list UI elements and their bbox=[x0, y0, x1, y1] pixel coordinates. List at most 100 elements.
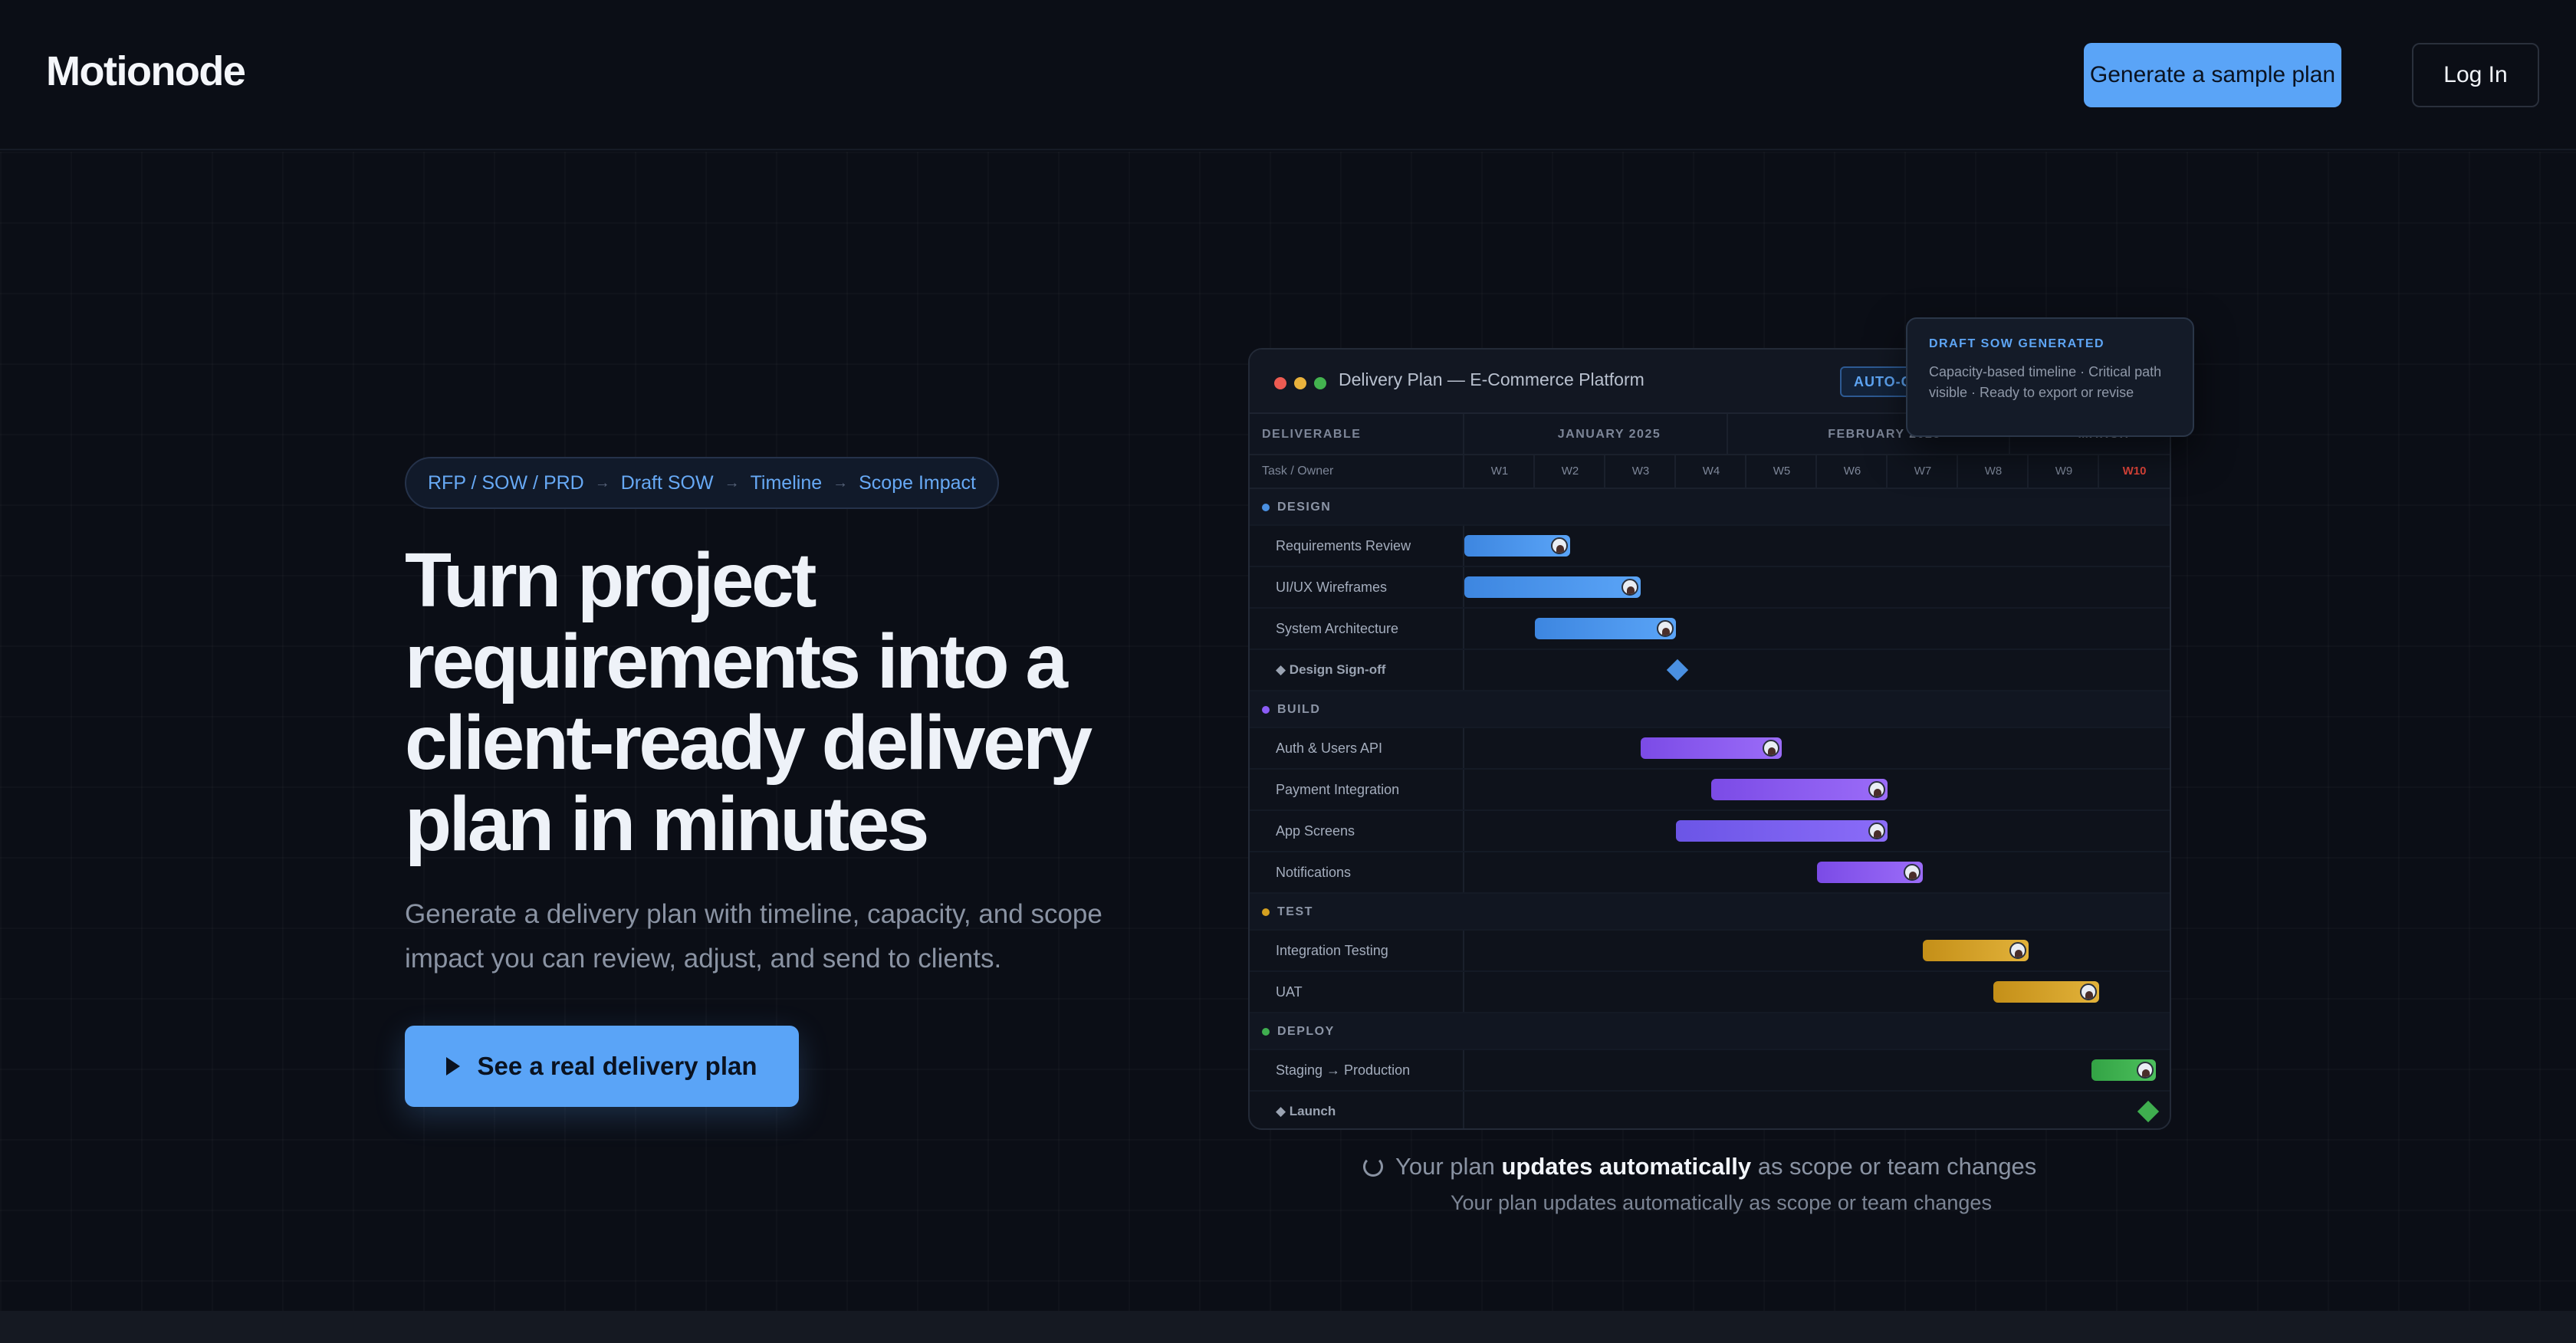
section-label: TEST bbox=[1277, 905, 1313, 918]
gantt-window: Delivery Plan — E-Commerce Platform AUTO… bbox=[1248, 348, 2171, 1130]
pill-step-scope-impact: Scope Impact bbox=[859, 471, 976, 494]
task-row[interactable]: App Screens bbox=[1250, 811, 2170, 852]
month-divider bbox=[1727, 414, 1728, 455]
week-divider bbox=[1815, 455, 1817, 489]
task-bar[interactable] bbox=[1535, 618, 1676, 639]
task-row[interactable]: Integration Testing bbox=[1250, 931, 2170, 972]
task-label: App Screens bbox=[1276, 823, 1355, 839]
milestone-row[interactable]: ◆ Design Sign-off bbox=[1250, 650, 2170, 691]
week-label: W9 bbox=[2055, 465, 2073, 478]
window-minimize-dot bbox=[1294, 377, 1306, 389]
avatar bbox=[1904, 864, 1921, 881]
task-row[interactable]: Notifications bbox=[1250, 852, 2170, 894]
caption-bold: updates automatically bbox=[1501, 1153, 1752, 1180]
login-button[interactable]: Log In bbox=[2412, 43, 2539, 107]
task-label: Payment Integration bbox=[1276, 782, 1400, 797]
task-bar[interactable] bbox=[1993, 981, 2099, 1003]
milestone-row[interactable]: ◆ Launch bbox=[1250, 1092, 2170, 1128]
section-test: TEST bbox=[1250, 894, 2170, 931]
task-row[interactable]: Auth & Users API bbox=[1250, 728, 2170, 770]
section-dot bbox=[1262, 706, 1270, 714]
task-bar[interactable] bbox=[2091, 1059, 2156, 1081]
task-bar[interactable] bbox=[1923, 940, 2029, 961]
avatar bbox=[1657, 620, 1674, 637]
task-label: UAT bbox=[1276, 984, 1303, 1000]
window-maximize-dot bbox=[1314, 377, 1326, 389]
week-divider bbox=[1886, 455, 1888, 489]
week-divider bbox=[1745, 455, 1746, 489]
gantt-week-header: Task / Owner W1 W2 W3 W4 W5 W6 W7 W8 W9 … bbox=[1250, 455, 2170, 489]
task-row[interactable]: UI/UX Wireframes bbox=[1250, 567, 2170, 609]
week-divider bbox=[1533, 455, 1535, 489]
task-label: Auth & Users API bbox=[1276, 740, 1383, 756]
task-label: Requirements Review bbox=[1276, 538, 1411, 553]
task-bar[interactable] bbox=[1817, 862, 1923, 883]
avatar bbox=[1868, 781, 1885, 798]
next-section-edge bbox=[0, 1311, 2576, 1343]
avatar bbox=[2137, 1062, 2154, 1079]
caption-prefix: Your plan bbox=[1395, 1153, 1495, 1180]
task-bar[interactable] bbox=[1641, 737, 1782, 759]
task-label: Notifications bbox=[1276, 865, 1352, 880]
generate-sample-plan-button[interactable]: Generate a sample plan bbox=[2084, 43, 2341, 107]
week-divider bbox=[2027, 455, 2029, 489]
section-label: DEPLOY bbox=[1277, 1025, 1335, 1038]
week-divider bbox=[1604, 455, 1605, 489]
week-label: W3 bbox=[1631, 465, 1650, 478]
avatar bbox=[1763, 740, 1779, 757]
section-label: BUILD bbox=[1277, 703, 1321, 716]
toast-title: DRAFT SOW GENERATED bbox=[1929, 337, 2105, 350]
caption-suffix: as scope or team changes bbox=[1757, 1153, 2037, 1180]
auto-update-subcaption: Your plan updates automatically as scope… bbox=[1451, 1191, 1992, 1214]
gantt-title: Delivery Plan — E-Commerce Platform bbox=[1339, 369, 1644, 389]
avatar bbox=[2009, 942, 2026, 959]
week-label: W6 bbox=[1843, 465, 1861, 478]
avatar bbox=[1868, 823, 1885, 839]
week-label: W8 bbox=[1984, 465, 2003, 478]
milestone-diamond-icon[interactable] bbox=[1666, 658, 1689, 681]
milestone-label: ◆ Launch bbox=[1276, 1104, 1336, 1118]
arrow-right-icon: → bbox=[833, 474, 849, 491]
pill-step-draft-sow: Draft SOW bbox=[620, 471, 714, 494]
section-label: DESIGN bbox=[1277, 501, 1332, 514]
task-row[interactable]: Requirements Review bbox=[1250, 526, 2170, 567]
cta-label: See a real delivery plan bbox=[477, 1052, 757, 1080]
refresh-icon bbox=[1363, 1157, 1383, 1177]
task-bar[interactable] bbox=[1464, 535, 1570, 557]
site-header: Motionode Generate a sample plan Log In bbox=[0, 0, 2576, 150]
section-design: DESIGN bbox=[1250, 489, 2170, 526]
window-close-dot bbox=[1274, 377, 1286, 389]
week-label: W2 bbox=[1561, 465, 1579, 478]
task-label: UI/UX Wireframes bbox=[1276, 580, 1388, 595]
task-bar[interactable] bbox=[1711, 779, 1888, 800]
task-row[interactable]: UAT bbox=[1250, 972, 2170, 1013]
milestone-diamond-icon[interactable] bbox=[2137, 1100, 2160, 1123]
week-label-current: W10 bbox=[2122, 465, 2147, 478]
arrow-right-icon: → bbox=[594, 474, 610, 491]
task-row[interactable]: Staging → Production bbox=[1250, 1050, 2170, 1092]
week-divider bbox=[2098, 455, 2099, 489]
hero-subtext: Generate a delivery plan with timeline, … bbox=[405, 899, 1102, 974]
milestone-label: ◆ Design Sign-off bbox=[1276, 662, 1386, 677]
logo[interactable]: Motionode bbox=[46, 48, 246, 95]
arrow-right-icon: → bbox=[724, 474, 740, 491]
task-row[interactable]: Payment Integration bbox=[1250, 770, 2170, 811]
see-delivery-plan-button[interactable]: See a real delivery plan bbox=[405, 1026, 799, 1107]
week-label: W5 bbox=[1773, 465, 1791, 478]
draft-sow-toast: DRAFT SOW GENERATED Capacity-based timel… bbox=[1906, 317, 2194, 437]
week-label: W1 bbox=[1490, 465, 1509, 478]
play-icon bbox=[446, 1057, 461, 1075]
deliverable-header: DELIVERABLE bbox=[1262, 428, 1362, 441]
avatar bbox=[2080, 983, 2097, 1000]
task-label: Integration Testing bbox=[1276, 943, 1388, 958]
avatar bbox=[1551, 537, 1568, 554]
task-bar[interactable] bbox=[1676, 820, 1888, 842]
hero-headline: Turn project requirements into a client-… bbox=[405, 537, 1092, 867]
workflow-pill: RFP / SOW / PRD → Draft SOW → Timeline →… bbox=[405, 457, 999, 509]
task-owner-header: Task / Owner bbox=[1262, 465, 1334, 478]
task-label: Staging → Production bbox=[1276, 1062, 1411, 1078]
task-row[interactable]: System Architecture bbox=[1250, 609, 2170, 650]
pill-step-input: RFP / SOW / PRD bbox=[428, 471, 584, 494]
task-bar[interactable] bbox=[1464, 576, 1641, 598]
toast-body: Capacity-based timeline · Critical path … bbox=[1929, 364, 2162, 400]
